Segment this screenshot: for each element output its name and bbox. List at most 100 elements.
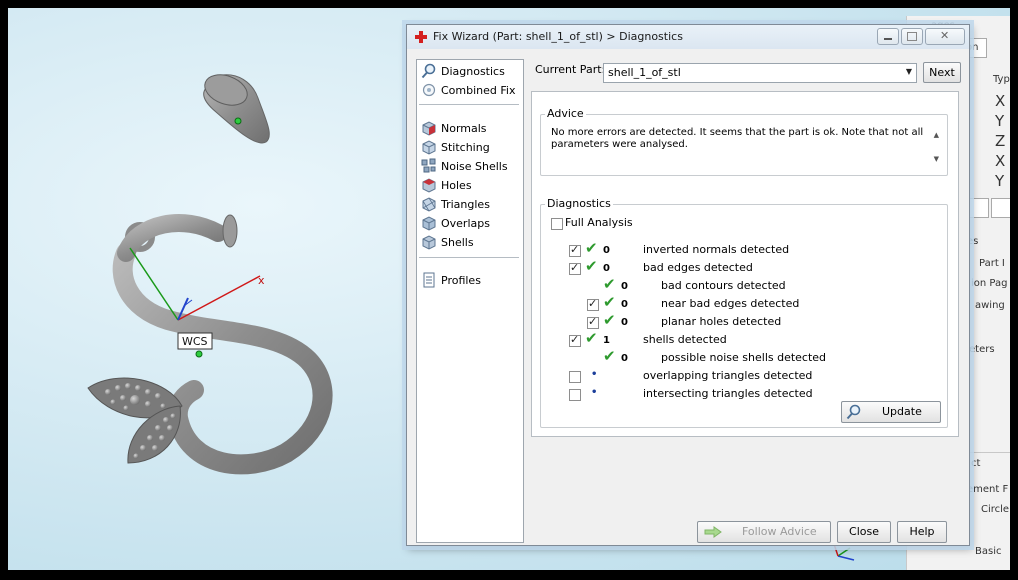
bad-edges-count: 0 [603, 263, 610, 274]
status-check-icon: ✔ [585, 257, 598, 275]
advice-text: No more errors are detected. It seems th… [551, 127, 931, 151]
scroll-down-icon[interactable]: ▼ [934, 155, 939, 163]
window-close-button[interactable]: ✕ [925, 28, 965, 45]
wizard-nav-list: Diagnostics Combined Fix Normals Stitchi… [416, 59, 524, 543]
overlapping-triangles-checkbox[interactable] [569, 371, 581, 383]
shells-checkbox[interactable] [569, 333, 581, 347]
screen-frame: x WCS ages on Typ X Y Z X Y es Part I io… [8, 8, 1010, 570]
triangles-cube-icon [422, 197, 436, 212]
bg-box-2[interactable] [991, 198, 1010, 218]
diagnostics-group: Diagnostics Full Analysis ✔ 0 inverted n… [540, 197, 948, 428]
update-label: Update [882, 405, 922, 418]
nav-item-stitching[interactable]: Stitching [421, 138, 490, 156]
current-part-label: Current Part: [535, 63, 606, 76]
advice-line-2: parameters were analysed. [551, 139, 688, 150]
close-x-icon: ✕ [940, 29, 950, 42]
advice-group: Advice No more errors are detected. It s… [540, 107, 948, 176]
nav-label: Noise Shells [441, 159, 508, 173]
nav-item-overlaps[interactable]: Overlaps [421, 214, 490, 232]
minimize-icon [884, 38, 892, 40]
wcs-badge[interactable]: WCS [177, 332, 213, 358]
bad-contours-count: 0 [621, 281, 628, 292]
bail-part[interactable] [201, 69, 270, 144]
dialog-titlebar[interactable]: Fix Wizard (Part: shell_1_of_stl) > Diag… [407, 25, 969, 49]
diagnostics-label: Diagnostics [545, 197, 613, 210]
nav-item-profiles[interactable]: Profiles [421, 271, 481, 289]
combined-fix-icon [422, 83, 436, 97]
full-analysis-label: Full Analysis [565, 216, 633, 229]
status-check-icon: ✔ [603, 311, 616, 329]
magnifier-icon [421, 63, 436, 79]
dialog-title: Fix Wizard (Part: shell_1_of_stl) > Diag… [433, 30, 683, 43]
nav-item-triangles[interactable]: Triangles [421, 195, 490, 213]
full-analysis-checkbox[interactable] [551, 218, 563, 230]
status-check-icon: ✔ [603, 275, 616, 293]
advice-label: Advice [545, 107, 586, 120]
bg-coord-3: Z [995, 132, 1006, 150]
planar-holes-checkbox[interactable] [587, 315, 599, 329]
bg-type-fragment: Typ [993, 74, 1010, 85]
current-part-select[interactable]: shell_1_of_stl ▼ [603, 63, 917, 83]
nav-label: Normals [441, 121, 487, 135]
near-bad-edges-count: 0 [621, 299, 628, 310]
nav-item-combined-fix[interactable]: Combined Fix [421, 81, 515, 99]
scroll-up-icon[interactable]: ▲ [934, 131, 939, 139]
advice-line-1: No more errors are detected. It seems th… [551, 127, 924, 138]
bg-coord-2: Y [995, 112, 1005, 130]
minimize-button[interactable] [877, 28, 899, 45]
bg-frag-part: Part I [979, 258, 1005, 269]
inverted-normals-count: 0 [603, 245, 610, 256]
nav-label: Holes [441, 178, 472, 192]
nav-item-normals[interactable]: Normals [421, 119, 487, 137]
stitching-cube-icon [422, 140, 436, 155]
shells-label: shells detected [643, 333, 727, 346]
axis-x-label: x [258, 274, 265, 287]
bg-frag-ion-pag: ion Pag [971, 278, 1008, 289]
nav-divider [419, 257, 519, 258]
profiles-icon [423, 272, 435, 288]
bg-frag-awing: awing [975, 300, 1005, 311]
close-button[interactable]: Close [837, 521, 891, 543]
near-bad-edges-label: near bad edges detected [661, 297, 800, 310]
bg-box-1[interactable] [967, 198, 989, 218]
inverted-normals-checkbox[interactable] [569, 243, 581, 257]
bg-frag-ct: ct [971, 458, 981, 469]
update-button[interactable]: Update [841, 401, 941, 423]
noise-shells-count: 0 [621, 353, 628, 364]
status-check-icon: ✔ [585, 239, 598, 257]
planar-holes-count: 0 [621, 317, 628, 328]
nav-item-holes[interactable]: Holes [421, 176, 472, 194]
nav-label: Profiles [441, 273, 481, 287]
corner-axis-gizmo [833, 543, 855, 561]
nav-label: Triangles [441, 197, 490, 211]
intersecting-triangles-pending: • [591, 387, 598, 398]
nav-label: Diagnostics [441, 64, 505, 78]
inverted-normals-label: inverted normals detected [643, 243, 790, 256]
status-check-icon: ✔ [603, 347, 616, 365]
status-check-icon: ✔ [585, 329, 598, 347]
follow-advice-label: Follow Advice [742, 525, 817, 538]
holes-cube-icon [422, 178, 436, 193]
intersecting-triangles-checkbox[interactable] [569, 389, 581, 401]
bg-frag-ement: ement F [967, 484, 1009, 495]
bg-coord-4: X [995, 152, 1006, 170]
help-button[interactable]: Help [897, 521, 947, 543]
planar-holes-label: planar holes detected [661, 315, 782, 328]
wcs-label: WCS [182, 335, 208, 348]
follow-advice-button[interactable]: Follow Advice [697, 521, 831, 543]
near-bad-edges-checkbox[interactable] [587, 297, 599, 311]
overlaps-cube-icon [422, 216, 436, 231]
bad-edges-checkbox[interactable] [569, 261, 581, 275]
maximize-button[interactable] [901, 28, 923, 45]
nav-item-diagnostics[interactable]: Diagnostics [421, 62, 505, 80]
next-button[interactable]: Next [923, 62, 961, 83]
bg-frag-basic: Basic [975, 546, 1002, 557]
chevron-down-icon: ▼ [905, 67, 912, 76]
bad-contours-label: bad contours detected [661, 279, 786, 292]
nav-item-noise-shells[interactable]: Noise Shells [421, 157, 508, 175]
nav-item-shells[interactable]: Shells [421, 233, 474, 251]
nav-label: Combined Fix [441, 83, 516, 97]
bg-frag-circle: Circle [981, 504, 1010, 515]
red-cross-icon [415, 31, 427, 43]
maximize-icon [907, 32, 917, 41]
